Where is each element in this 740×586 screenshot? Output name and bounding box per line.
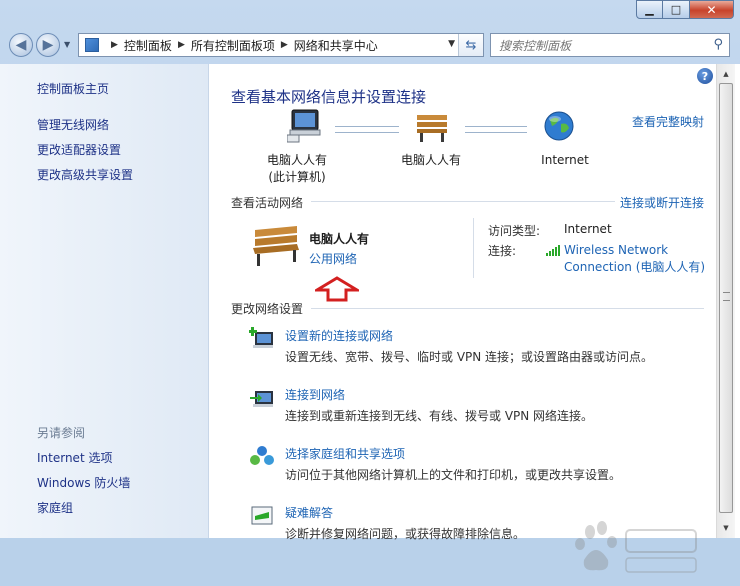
maximize-icon: □ xyxy=(670,3,682,16)
vertical-scrollbar[interactable]: ▲ ▼ xyxy=(716,64,735,538)
scroll-down-icon[interactable]: ▼ xyxy=(718,519,734,536)
wireless-connection-line1: Wireless Network xyxy=(564,243,669,257)
bench-icon xyxy=(417,115,447,142)
link-windows-firewall[interactable]: Windows 防火墙 xyxy=(37,474,130,491)
address-dropdown-icon[interactable]: ▼ xyxy=(448,39,455,49)
left-task-pane: 控制面板主页 管理无线网络 更改适配器设置 更改高级共享设置 另请参阅 Inte… xyxy=(0,64,209,538)
change-settings-heading: 更改网络设置 xyxy=(231,302,304,316)
scroll-up-icon[interactable]: ▲ xyxy=(718,65,734,82)
breadcrumb: ▶ 控制面板 ▶ 所有控制面板项 ▶ 网络和共享中心 xyxy=(105,37,378,54)
see-also-label: 另请参阅 xyxy=(37,426,86,440)
network-type-link[interactable]: 公用网络 xyxy=(309,250,357,267)
caption-buttons: ▁ □ ✕ xyxy=(636,0,734,19)
public-network-bench-icon xyxy=(253,226,299,266)
computer-icon xyxy=(287,109,321,143)
navigation-toolbar: ◀ ▶ ▼ ▶ 控制面板 ▶ 所有控制面板项 ▶ 网络和共享中心 ▼ ⇆ ⚲ xyxy=(0,30,740,62)
content-area: 控制面板主页 管理无线网络 更改适配器设置 更改高级共享设置 另请参阅 Inte… xyxy=(0,64,740,573)
minimize-button[interactable]: ▁ xyxy=(636,0,663,19)
connect-network-icon xyxy=(250,391,273,407)
setup-connection-desc: 设置无线、宽带、拨号、临时或 VPN 连接；或设置路由器或访问点。 xyxy=(285,350,654,364)
baidu-watermark-logo xyxy=(575,521,697,573)
new-connection-icon xyxy=(249,327,273,348)
breadcrumb-separator-icon[interactable]: ▶ xyxy=(281,40,288,50)
close-icon: ✕ xyxy=(706,2,717,17)
view-full-map-link[interactable]: 查看完整映射 xyxy=(632,113,704,130)
red-arrow-annotation-icon xyxy=(315,276,359,302)
connect-to-network-link[interactable]: 连接到网络 xyxy=(285,386,345,403)
breadcrumb-separator-icon[interactable]: ▶ xyxy=(111,40,118,50)
link-homegroup[interactable]: 家庭组 xyxy=(37,499,73,516)
internet-globe-icon xyxy=(544,111,574,141)
homegroup-sharing-link[interactable]: 选择家庭组和共享选项 xyxy=(285,445,405,462)
setup-connection-link[interactable]: 设置新的连接或网络 xyxy=(285,327,393,344)
active-networks-heading: 查看活动网络 xyxy=(231,196,304,210)
search-icon[interactable]: ⚲ xyxy=(713,37,723,52)
scrollbar-thumb[interactable] xyxy=(719,83,733,513)
refresh-icon: ⇆ xyxy=(465,37,477,53)
node-internet-label: Internet xyxy=(541,153,589,167)
connection-label: 连接: xyxy=(488,244,517,258)
troubleshoot-desc: 诊断并修复网络问题，或获得故障排除信息。 xyxy=(285,527,526,541)
scroll-grip-icon xyxy=(723,292,730,301)
vertical-separator xyxy=(473,218,474,278)
recent-pages-dropdown[interactable]: ▼ xyxy=(64,40,70,49)
minimize-icon: ▁ xyxy=(645,3,654,16)
control-panel-icon xyxy=(85,38,99,52)
breadcrumb-control-panel[interactable]: 控制面板 xyxy=(124,37,172,54)
access-type-value: Internet xyxy=(564,222,612,236)
node-this-computer-label: 电脑人人有 (此计算机) xyxy=(253,152,341,186)
window-frame: ▁ □ ✕ ◀ ▶ ▼ ▶ 控制面板 ▶ 所有控制面板项 ▶ 网络和共享中心 ▼… xyxy=(0,0,740,573)
link-adapter-settings[interactable]: 更改适配器设置 xyxy=(37,141,121,158)
search-input[interactable] xyxy=(497,37,701,55)
link-internet-options[interactable]: Internet 选项 xyxy=(37,449,112,466)
refresh-button[interactable]: ⇆ xyxy=(458,34,483,56)
node-network-label: 电脑人人有 xyxy=(400,153,461,167)
link-advanced-sharing[interactable]: 更改高级共享设置 xyxy=(37,166,133,183)
node-this-computer-note: (此计算机) xyxy=(268,170,326,184)
connect-to-network-desc: 连接到或重新连接到无线、有线、拨号或 VPN 网络连接。 xyxy=(285,409,594,423)
close-button[interactable]: ✕ xyxy=(690,0,734,19)
breadcrumb-all-items[interactable]: 所有控制面板项 xyxy=(191,37,275,54)
connection-line xyxy=(465,126,527,133)
address-bar[interactable]: ▶ 控制面板 ▶ 所有控制面板项 ▶ 网络和共享中心 ▼ ⇆ xyxy=(78,33,484,57)
forward-button[interactable]: ▶ xyxy=(36,33,60,57)
help-icon[interactable]: ? xyxy=(697,68,713,84)
search-box[interactable]: ⚲ xyxy=(490,33,730,57)
section-divider xyxy=(311,308,704,309)
wireless-connection-link[interactable]: Wireless Network Connection (电脑人人有) xyxy=(564,242,705,276)
troubleshoot-icon xyxy=(251,506,273,525)
wireless-connection-line2: Connection (电脑人人有) xyxy=(564,260,706,274)
link-manage-wireless[interactable]: 管理无线网络 xyxy=(37,116,109,133)
back-arrow-icon: ◀ xyxy=(15,37,27,53)
link-control-panel-home[interactable]: 控制面板主页 xyxy=(37,80,109,97)
troubleshoot-link[interactable]: 疑难解答 xyxy=(285,504,333,521)
breadcrumb-network-center[interactable]: 网络和共享中心 xyxy=(294,37,378,54)
connection-line xyxy=(335,126,399,133)
homegroup-icon xyxy=(250,446,274,465)
back-button[interactable]: ◀ xyxy=(9,33,33,57)
connect-disconnect-link[interactable]: 连接或断开连接 xyxy=(620,194,704,211)
homegroup-sharing-desc: 访问位于其他网络计算机上的文件和打印机，或更改共享设置。 xyxy=(285,468,622,482)
main-pane: ? 查看基本网络信息并设置连接 查看完整映射 电脑人人有 (此计算机) 电脑人人… xyxy=(209,64,716,541)
access-type-label: 访问类型: xyxy=(488,224,541,238)
breadcrumb-separator-icon[interactable]: ▶ xyxy=(178,40,185,50)
maximize-button[interactable]: □ xyxy=(663,0,690,19)
node-this-computer-name: 电脑人人有 xyxy=(266,153,327,167)
wifi-signal-icon xyxy=(546,245,560,256)
section-divider xyxy=(311,201,615,202)
page-title: 查看基本网络信息并设置连接 xyxy=(231,88,427,106)
network-name: 电脑人人有 xyxy=(309,232,370,246)
forward-arrow-icon: ▶ xyxy=(42,37,54,53)
